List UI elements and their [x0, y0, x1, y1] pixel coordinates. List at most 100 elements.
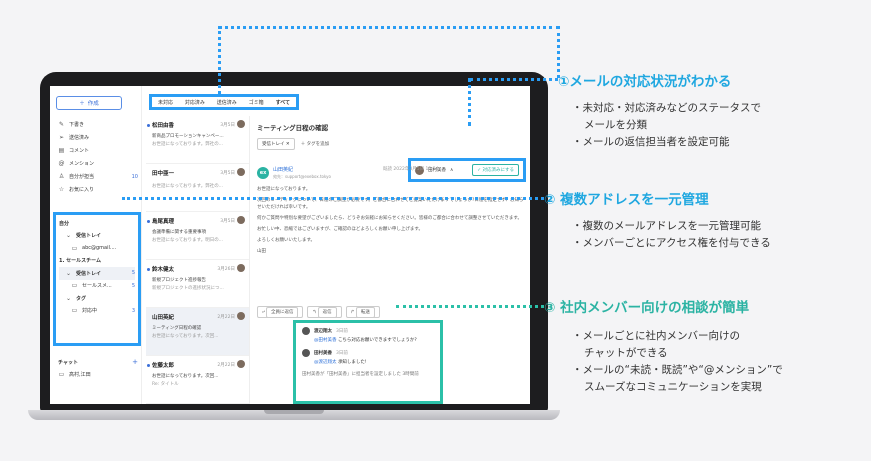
sidebar-item-label: 自分が担当: [69, 174, 95, 180]
unread-dot: [147, 364, 150, 367]
annotation-line: ・複数のメールアドレスを一元管理可能: [572, 220, 761, 232]
message-list-item[interactable]: 田中亜一 3月5日 お世話になっております。弊社の...: [146, 164, 249, 212]
star-icon: ☆: [58, 186, 65, 193]
forward-button[interactable]: ↱ 転送: [345, 306, 380, 318]
app-screen: ＋ 作成 ✎ 下書き ➢ 送信済み ▤ コメント @ メンション ♙ 自分が担当 10 ☆ お気に入り …: [50, 86, 530, 404]
annotation-line: スムーズなコミュニケーションを実現: [584, 381, 762, 393]
sidebar-item[interactable]: ▤ コメント: [58, 144, 138, 157]
annotation-line: ・未対応・対応済みなどのステータスで: [572, 102, 761, 114]
comment-message: 承知しました!: [337, 360, 367, 365]
account-tree-label: 受信トレイ: [76, 233, 102, 240]
message-date: 2月22日: [217, 363, 235, 368]
sender-block: ex 山田英紀 宛先：support@exebox.tokyo: [257, 166, 331, 180]
sidebar-item[interactable]: @ メンション: [58, 157, 138, 170]
chevron-down-icon[interactable]: ⌄: [65, 270, 72, 277]
mention-tag[interactable]: @田村美香: [314, 338, 337, 343]
chevron-up-icon[interactable]: ∧: [450, 168, 453, 173]
annotation-list: ・メールごとに社内メンバー向けの チャットができる ・メールの“未読・既読”や“@メ…: [572, 328, 783, 396]
message-list-item[interactable]: 松田由香 3月5日 新商品プロモーションキャンペー... お世話になっております。弊社…: [146, 116, 249, 164]
message-subject: お世話になっております。次回...: [152, 374, 219, 379]
filter-tab[interactable]: すべて: [276, 99, 290, 106]
chevron-down-icon[interactable]: ⌄: [65, 295, 72, 302]
comment-time: 3日前: [336, 351, 348, 356]
inbox-icon: ▭: [71, 282, 78, 290]
message-date: 3月5日: [220, 219, 235, 224]
compose-button[interactable]: ＋ 作成: [56, 96, 122, 110]
filter-tab[interactable]: 対応済み: [185, 99, 205, 106]
account-tree-item[interactable]: ⌄ タグ: [59, 292, 135, 305]
avatar: [237, 264, 245, 272]
sidebar-item[interactable]: ✎ 下書き: [58, 118, 138, 131]
sidebar-item[interactable]: ➢ 送信済み: [58, 131, 138, 144]
message-list-item[interactable]: 山田英紀 2月22日 ミーティング日程の確認 お世話になっております。次回...: [146, 308, 249, 356]
person-icon: ♙: [58, 173, 65, 180]
account-tree-label: 1. セールスチーム: [59, 258, 101, 265]
detail-subject: ミーティング日程の確認: [257, 124, 329, 132]
item-count: 5: [131, 270, 135, 277]
sidebar-item-label: メンション: [69, 161, 95, 167]
account-tree-label: セールスメ...: [82, 283, 112, 290]
inbox-chip[interactable]: 受信トレイ ✕: [257, 138, 295, 150]
message-list-item[interactable]: 佐藤太郎 2月22日 お世話になっております。次回... Re: タイトル: [146, 356, 249, 404]
account-tree-label: 受信トレイ: [76, 270, 102, 277]
account-tree-item[interactable]: ⌄ 受信トレイ: [59, 230, 135, 243]
message-meta: 既読 2022年3月5日 12:34: [383, 167, 439, 172]
account-tree-item[interactable]: ▭ セールスメ... 5: [59, 280, 135, 293]
send-icon: ➢: [58, 134, 65, 141]
filter-tab[interactable]: 送信済み: [217, 99, 237, 106]
account-tree-item[interactable]: 1. セールスチーム: [59, 255, 135, 268]
body-paragraph: よろしくお願いいたします。: [257, 238, 316, 243]
at-icon: @: [58, 160, 65, 167]
inbox-icon: ▭: [71, 307, 78, 315]
connector-1-left: [218, 26, 221, 94]
mark-done-button[interactable]: ✓ 対応済みにする: [472, 164, 519, 176]
sidebar-item[interactable]: ☆ お気に入り: [58, 183, 138, 196]
message-date: 3月5日: [220, 123, 235, 128]
account-tree-item[interactable]: ▭ abc@gmail....: [59, 242, 135, 255]
message-preview: お世話になっております。弊社の...: [152, 184, 223, 189]
sidebar-item-label: 下書き: [69, 122, 85, 128]
avatar: [302, 327, 310, 335]
add-tag-button[interactable]: ＋ タグを追加: [301, 141, 329, 147]
message-preview: Re: タイトル: [152, 382, 179, 387]
comment-header: 渡辺翔太 3日前: [302, 327, 434, 335]
laptop-notch: [264, 410, 324, 414]
comment-header: 田村美香 3日前: [302, 349, 434, 357]
reply-button[interactable]: ↰ 返信: [307, 306, 342, 318]
account-tree-item[interactable]: ▭ 対応中 3: [59, 305, 135, 318]
chat-member-item[interactable]: ▭ 高村,江田: [58, 368, 138, 380]
message-subject: ミーティング日程の確認: [152, 326, 202, 331]
account-tree: 自分 ⌄ 受信トレイ ▭ abc@gmail.... 1. セールスチーム ⌄ 受信トレイ 5 ▭…: [53, 212, 141, 346]
annotation-line: ・メールごとに社内メンバー向けの: [572, 330, 740, 342]
avatar: [237, 216, 245, 224]
sidebar-item[interactable]: ♙ 自分が担当 10: [58, 170, 138, 183]
message-list-item[interactable]: 鈴木健太 3月26日 新規プロジェクト進捗報告 新規プロジェクトの進捗状況につ...: [146, 260, 249, 308]
add-chat-icon[interactable]: +: [132, 358, 138, 366]
sidebar: ＋ 作成 ✎ 下書き ➢ 送信済み ▤ コメント @ メンション ♙ 自分が担当 10 ☆ お気に入り …: [50, 86, 142, 404]
comment-text: @渡辺翔太 承知しました!: [314, 359, 434, 365]
account-tree-item[interactable]: ⌄ 受信トレイ 5: [59, 267, 135, 280]
reply-all-button[interactable]: ⤶ 全員に返信: [257, 306, 304, 318]
chat-header[interactable]: チャット +: [58, 356, 138, 368]
message-list-item[interactable]: 島尾真理 3月5日 会議準備に関する重要事項 お世話になっております。明日の...: [146, 212, 249, 260]
message-preview: お世話になっております。明日の...: [152, 238, 223, 243]
sender-name[interactable]: 山田英紀: [273, 166, 331, 173]
compose-label: 作成: [87, 101, 99, 107]
message-subject: 会議準備に関する重要事項: [152, 230, 206, 235]
message-list: 松田由香 3月5日 新商品プロモーションキャンペー... お世話になっております。弊社…: [146, 116, 250, 404]
filter-tab[interactable]: ゴミ箱: [249, 99, 264, 106]
item-count: 10: [131, 173, 138, 180]
sender-logo: ex: [257, 167, 269, 179]
account-tree-item[interactable]: 自分: [59, 217, 135, 230]
chat-label: チャット: [58, 359, 78, 366]
chevron-down-icon[interactable]: ⌄: [65, 232, 72, 239]
message-date: 3月5日: [220, 171, 235, 176]
avatar: [237, 120, 245, 128]
chat-member-label: 高村,江田: [69, 371, 91, 378]
message-preview: お世話になっております。弊社の...: [152, 142, 223, 147]
connector-1-top: [218, 26, 560, 29]
sidebar-nav: ✎ 下書き ➢ 送信済み ▤ コメント @ メンション ♙ 自分が担当 10 ☆ お気に入り: [58, 118, 139, 196]
mention-tag[interactable]: @渡辺翔太: [314, 360, 337, 365]
chat-section: チャット + ▭ 高村,江田: [58, 356, 138, 380]
filter-tab[interactable]: 未対応: [158, 99, 173, 106]
